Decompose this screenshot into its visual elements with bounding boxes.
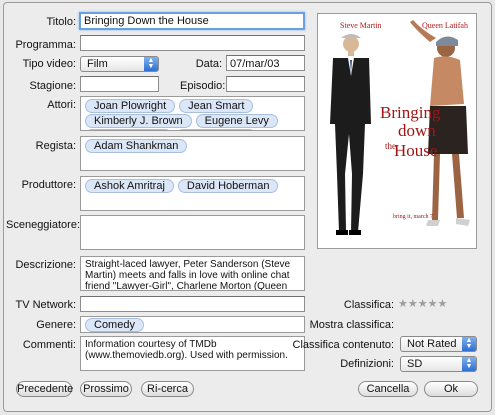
label-episodio: Episodio: [180,80,226,92]
regista-token-field[interactable]: Adam Shankman [80,136,305,171]
select-arrows-icon: ▲ ▼ [462,337,476,351]
label-stagione: Stagione: [29,80,76,92]
poster-tagline: bring it, march 7 [393,214,433,220]
definizioni-value: SD [407,358,423,370]
label-regista: Regista: [35,140,76,152]
episodio-field[interactable] [226,76,305,92]
sceneggiatore-token-field[interactable] [80,215,305,250]
label-definizioni: Definizioni: [340,358,394,370]
label-classifica-contenuto: Classifica contenuto: [292,339,395,351]
definizioni-select[interactable]: SD ▲ ▼ [400,356,477,372]
tipo-video-select[interactable]: Film ▲ ▼ [80,56,159,72]
label-attori: Attori: [47,99,76,111]
label-commenti: Commenti: [22,339,76,351]
movie-poster-image[interactable]: Steve Martin Queen Latifah Bringing down… [317,13,477,249]
label-tv-network: TV Network: [15,299,76,311]
produttore-token[interactable]: Ashok Amritraj [85,179,174,193]
regista-token[interactable]: Adam Shankman [85,139,188,153]
produttore-token-field[interactable]: Ashok Amritraj David Hoberman [80,176,305,211]
tv-network-field[interactable] [80,296,305,312]
attori-token[interactable]: Queen Latifah [85,129,173,130]
attori-token[interactable]: Joan Plowright [85,99,176,113]
label-tipo-video: Tipo video: [22,58,76,70]
ok-button[interactable]: Ok [424,381,478,397]
poster-title-line-1: Bringing [380,103,441,122]
cancella-button[interactable]: Cancella [358,381,418,397]
titolo-field[interactable]: Bringing Down the House [79,12,305,30]
attori-token-field[interactable]: Joan Plowright Jean Smart Kimberly J. Brow… [80,96,305,131]
attori-token[interactable]: Steve Martin [176,129,256,130]
label-programma: Programma: [15,39,76,51]
label-mostra-classifica: Mostra classifica: [309,319,394,331]
poster-actor-left: Steve Martin [340,21,382,30]
select-arrows-icon: ▲ ▼ [144,57,158,71]
stagione-field[interactable] [80,76,159,92]
label-produttore: Produttore: [21,179,76,191]
genere-token-field[interactable]: Comedy [80,316,305,333]
label-sceneggiatore: Sceneggiatore: [6,219,80,231]
genere-token[interactable]: Comedy [85,318,144,332]
classifica-contenuto-value: Not Rated [407,338,457,350]
commenti-textarea[interactable]: Information courtesy of TMDb (www.themov… [80,336,305,371]
descrizione-textarea[interactable]: Straight-laced lawyer, Peter Sanderson (… [80,256,305,291]
rating-stars[interactable]: ★★★★★ [398,297,447,310]
poster-title-line-4: House [394,141,437,160]
poster-artwork: Steve Martin Queen Latifah Bringing down… [318,14,476,248]
precedente-button[interactable]: Precedente [16,381,73,397]
data-field[interactable]: 07/mar/03 [226,55,305,71]
attori-token[interactable]: Eugene Levy [195,114,278,128]
select-arrows-icon: ▲ ▼ [462,357,476,371]
produttore-token[interactable]: David Hoberman [177,179,279,193]
poster-title-line-2: down [398,121,436,140]
label-classifica: Classifica: [343,299,394,311]
label-descrizione: Descrizione: [15,259,76,271]
attori-token[interactable]: Kimberly J. Brown [85,114,192,128]
programma-field[interactable] [80,35,305,51]
prossimo-button[interactable]: Prossimo [80,381,132,397]
classifica-contenuto-select[interactable]: Not Rated ▲ ▼ [400,336,477,352]
tipo-video-value: Film [87,58,108,70]
attori-token[interactable]: Jean Smart [179,99,254,113]
label-genere: Genere: [36,319,76,331]
label-titolo: Titolo: [46,16,76,28]
label-data: Data: [195,58,222,70]
poster-actor-right: Queen Latifah [422,21,468,30]
ricerca-button[interactable]: Ri-cerca [141,381,194,397]
